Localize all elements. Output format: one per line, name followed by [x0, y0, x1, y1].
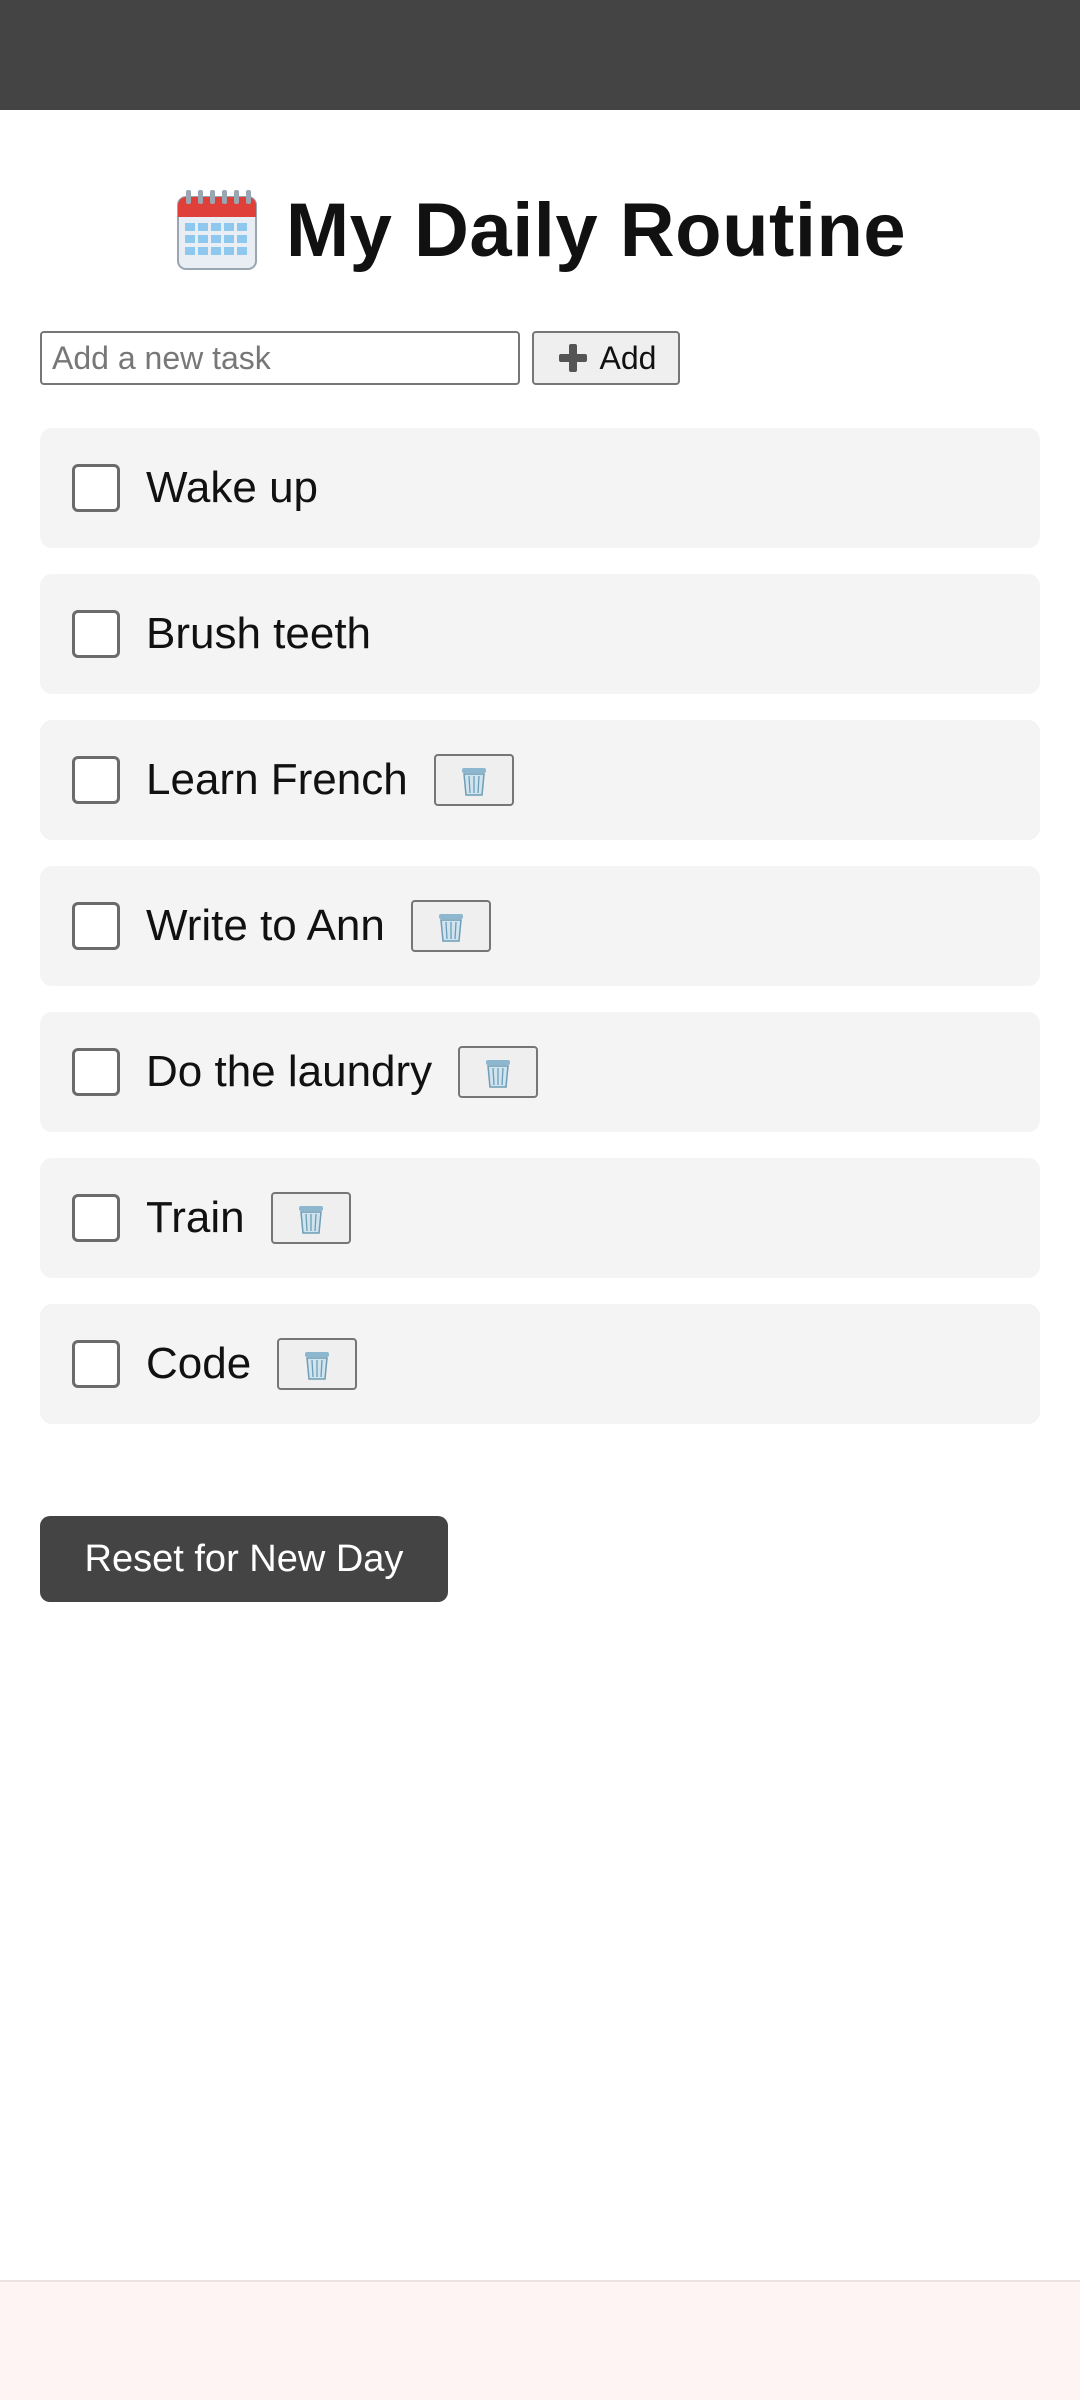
delete-task-button[interactable] — [270, 1192, 351, 1244]
task-item: Train — [40, 1158, 1040, 1278]
task-label: Train — [146, 1193, 245, 1242]
task-checkbox[interactable] — [72, 902, 120, 950]
task-item: Do the laundry — [40, 1012, 1040, 1132]
page-title: My Daily Routine — [40, 180, 1040, 280]
trash-icon — [457, 762, 491, 798]
trash-icon — [481, 1054, 515, 1090]
top-bar — [0, 0, 1080, 110]
task-checkbox[interactable] — [72, 1340, 120, 1388]
bottom-bar — [0, 2280, 1080, 2400]
task-label: Brush teeth — [146, 609, 372, 658]
routine-page: My Daily Routine Add Wake up Brush teeth… — [40, 110, 1040, 1602]
task-label: Write to Ann — [146, 901, 385, 950]
task-checkbox[interactable] — [72, 464, 120, 512]
trash-icon — [294, 1200, 328, 1236]
reset-day-button[interactable]: Reset for New Day — [40, 1516, 448, 1602]
calendar-icon — [174, 187, 260, 273]
delete-task-button[interactable] — [458, 1046, 539, 1098]
plus-icon — [556, 341, 590, 375]
delete-task-button[interactable] — [433, 754, 514, 806]
task-label: Code — [146, 1339, 252, 1388]
task-list: Wake up Brush teeth Learn French Write t… — [40, 428, 1040, 1424]
task-item: Brush teeth — [40, 574, 1040, 694]
task-item: Learn French — [40, 720, 1040, 840]
task-checkbox[interactable] — [72, 756, 120, 804]
trash-icon — [300, 1346, 334, 1382]
task-checkbox[interactable] — [72, 1194, 120, 1242]
delete-task-button[interactable] — [410, 900, 491, 952]
task-item: Wake up — [40, 428, 1040, 548]
page-title-text: My Daily Routine — [285, 187, 907, 273]
task-checkbox[interactable] — [72, 1048, 120, 1096]
add-button-label: Add — [599, 339, 657, 376]
trash-icon — [434, 908, 468, 944]
add-task-row: Add — [40, 330, 1040, 386]
add-task-button[interactable]: Add — [532, 331, 680, 385]
delete-task-button[interactable] — [277, 1338, 358, 1390]
task-label: Wake up — [146, 463, 319, 512]
task-label: Learn French — [146, 755, 408, 804]
new-task-input[interactable] — [40, 331, 520, 385]
task-item: Code — [40, 1304, 1040, 1424]
task-item: Write to Ann — [40, 866, 1040, 986]
task-checkbox[interactable] — [72, 610, 120, 658]
task-label: Do the laundry — [146, 1047, 433, 1096]
